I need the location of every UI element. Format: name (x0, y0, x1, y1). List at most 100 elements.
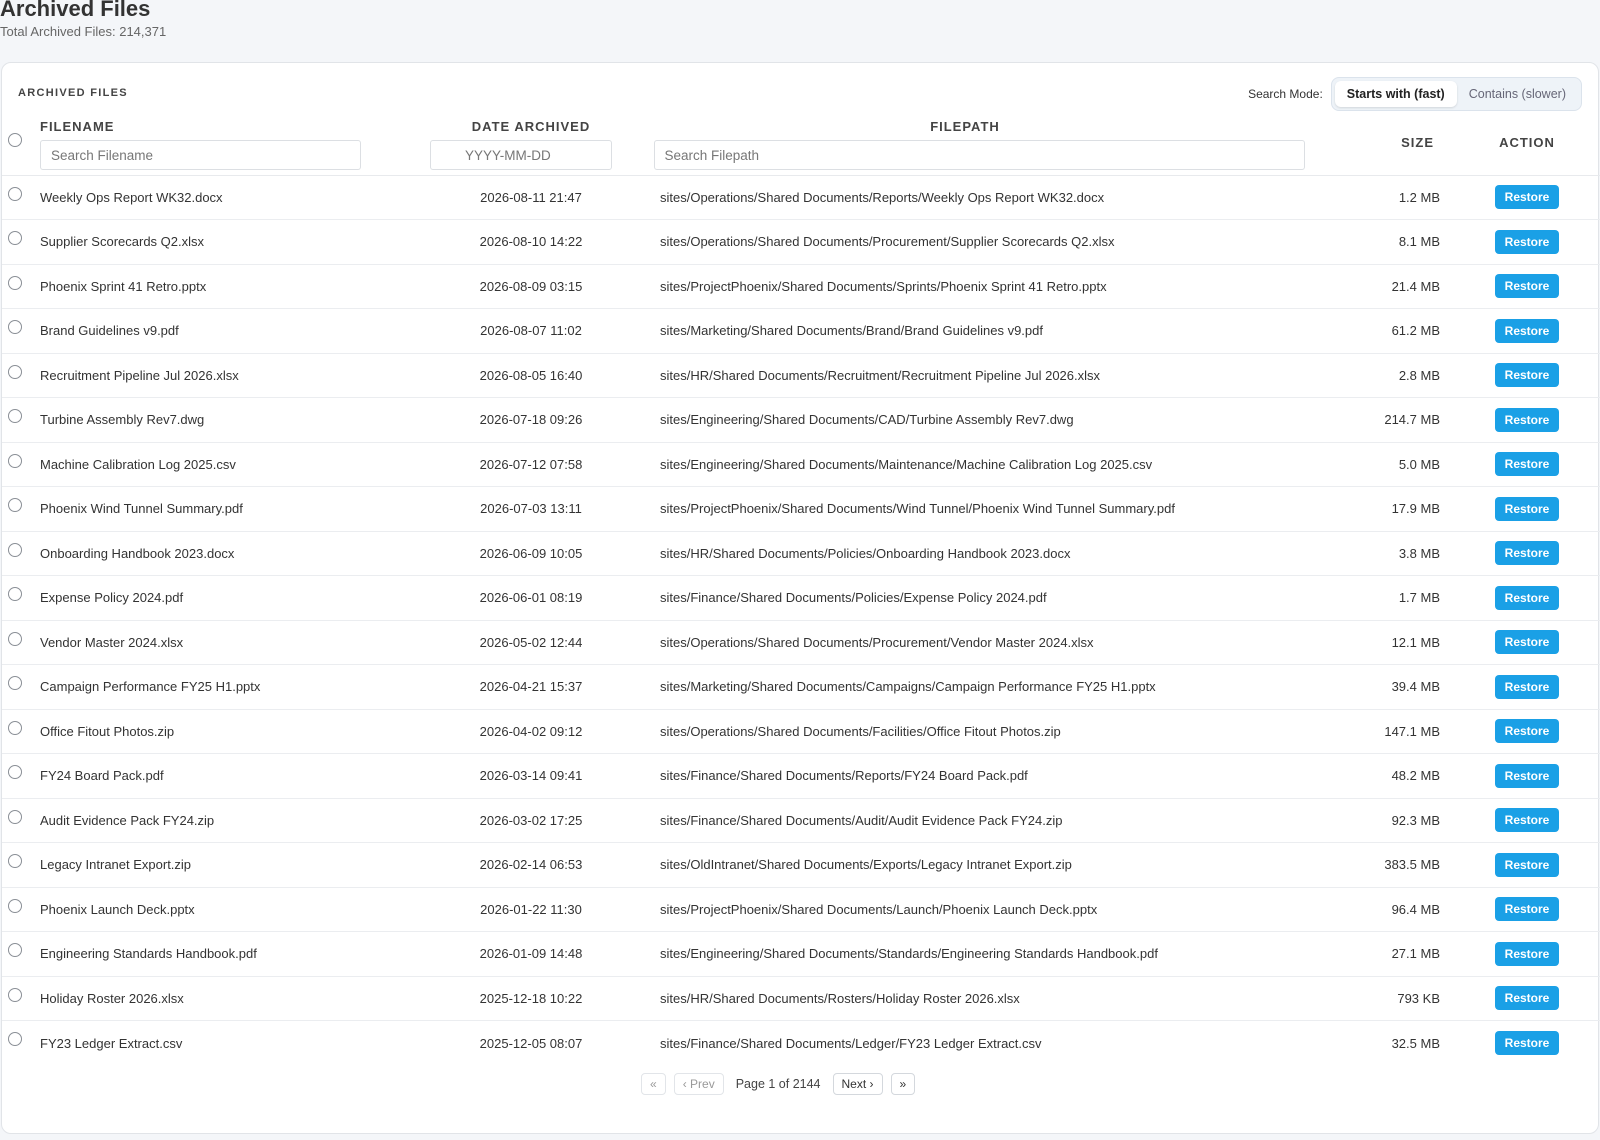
restore-button[interactable]: Restore (1495, 407, 1559, 432)
table-row: Audit Evidence Pack FY24.zip 2026-03-02 1… (2, 798, 1600, 843)
restore-button[interactable]: Restore (1495, 986, 1559, 1011)
next-page-button[interactable]: Next › (832, 1073, 883, 1095)
search-mode-starts-with-button[interactable]: Starts with (fast) (1334, 81, 1457, 107)
search-mode-contains-button[interactable]: Contains (slower) (1457, 81, 1578, 107)
restore-button[interactable]: Restore (1495, 1031, 1559, 1055)
table-row: Turbine Assembly Rev7.dwg 2026-07-18 09:2… (2, 398, 1600, 442)
row-select-radio[interactable] (8, 943, 22, 957)
filename-cell: FY24 Board Pack.pdf (40, 768, 164, 784)
filename-cell: Holiday Roster 2026.xlsx (40, 990, 184, 1006)
row-select-radio[interactable] (8, 587, 22, 601)
filename-cell: Vendor Master 2024.xlsx (40, 634, 184, 650)
date-cell: 2026-06-09 10:05 (479, 545, 583, 561)
size-cell: 27.1 MB (1391, 946, 1440, 962)
row-select-radio[interactable] (8, 409, 22, 423)
date-cell: 2026-01-09 14:48 (479, 946, 583, 962)
row-select-radio[interactable] (8, 186, 22, 201)
action-cell: Restore (1470, 887, 1600, 932)
table-body: Weekly Ops Report WK32.docx 2026-08-11 21… (2, 175, 1600, 1065)
restore-button[interactable]: Restore (1495, 363, 1559, 388)
date-cell: 2026-03-14 09:41 (479, 768, 583, 784)
pagination: « ‹ Prev Page 1 of 2144 Next › » (641, 1073, 916, 1095)
row-select-radio[interactable] (8, 364, 22, 379)
date-filter-input[interactable] (430, 140, 612, 170)
restore-button[interactable]: Restore (1495, 808, 1559, 833)
last-page-button[interactable]: » (890, 1073, 916, 1095)
table-row: Phoenix Launch Deck.pptx 2026-01-22 11:30… (2, 887, 1600, 932)
row-select-cell (2, 798, 40, 843)
restore-button[interactable]: Restore (1495, 852, 1559, 877)
row-select-cell (2, 754, 40, 799)
size-cell: 793 KB (1397, 990, 1440, 1006)
restore-button[interactable]: Restore (1495, 674, 1559, 699)
restore-button[interactable]: Restore (1495, 274, 1559, 299)
table-row: FY23 Ledger Extract.csv 2025-12-05 08:07 s… (2, 1021, 1600, 1066)
filepath-search-input[interactable] (653, 140, 1305, 170)
restore-button[interactable]: Restore (1495, 941, 1559, 966)
total-files-count: Total Archived Files: 214,371 (0, 24, 167, 39)
prev-page-button[interactable]: ‹ Prev (673, 1073, 724, 1095)
row-select-radio[interactable] (8, 275, 22, 290)
size-cell: 17.9 MB (1391, 501, 1440, 517)
row-select-radio[interactable] (8, 809, 22, 824)
filename-cell: Audit Evidence Pack FY24.zip (40, 812, 215, 828)
row-select-radio[interactable] (8, 1032, 22, 1046)
row-select-cell (2, 353, 40, 398)
date-cell: 2026-07-12 07:58 (479, 456, 583, 472)
filepath-cell: sites/Finance/Shared Documents/Reports/F… (660, 768, 1028, 784)
action-cell: Restore (1470, 798, 1600, 843)
filepath-cell: sites/Marketing/Shared Documents/Brand/B… (660, 323, 1043, 339)
size-cell: 1.7 MB (1398, 590, 1440, 606)
row-select-radio[interactable] (8, 676, 22, 690)
search-mode-label: Search Mode: (1248, 87, 1323, 101)
table-row: Onboarding Handbook 2023.docx 2026-06-09 … (2, 531, 1600, 576)
size-header-label: SIZE (1401, 135, 1434, 151)
filepath-cell: sites/Finance/Shared Documents/Policies/… (660, 590, 1047, 606)
row-select-radio[interactable] (8, 631, 22, 646)
date-cell: 2026-04-02 09:12 (479, 723, 583, 739)
date-cell: 2026-07-03 13:11 (480, 501, 582, 517)
table-row: Engineering Standards Handbook.pdf 2026-0… (2, 932, 1600, 976)
row-select-radio[interactable] (8, 231, 22, 245)
restore-button[interactable]: Restore (1495, 585, 1559, 610)
row-select-cell (2, 976, 40, 1021)
restore-button[interactable]: Restore (1495, 897, 1559, 922)
date-cell: 2026-02-14 06:53 (479, 857, 583, 873)
table-row: Holiday Roster 2026.xlsx 2025-12-18 10:22… (2, 976, 1600, 1021)
select-all-radio[interactable] (8, 133, 22, 148)
filename-search-input[interactable] (40, 140, 361, 170)
restore-button[interactable]: Restore (1495, 185, 1559, 210)
filename-cell: Machine Calibration Log 2025.csv (40, 456, 236, 472)
row-select-radio[interactable] (8, 720, 22, 735)
restore-button[interactable]: Restore (1495, 719, 1559, 744)
row-select-radio[interactable] (8, 320, 22, 334)
row-select-radio[interactable] (8, 987, 22, 1002)
filename-cell: Supplier Scorecards Q2.xlsx (40, 234, 205, 250)
filepath-cell: sites/Operations/Shared Documents/Facili… (660, 723, 1061, 739)
size-cell: 48.2 MB (1391, 768, 1440, 784)
table-row: Expense Policy 2024.pdf 2026-06-01 08:19 s… (2, 576, 1600, 620)
first-page-button[interactable]: « (641, 1073, 666, 1095)
row-select-radio[interactable] (8, 765, 22, 779)
date-cell: 2026-07-18 09:26 (479, 412, 583, 428)
restore-button[interactable]: Restore (1495, 452, 1559, 477)
restore-button[interactable]: Restore (1495, 318, 1559, 343)
size-cell: 2.8 MB (1398, 367, 1440, 383)
restore-button[interactable]: Restore (1495, 541, 1559, 566)
row-select-radio[interactable] (8, 498, 22, 512)
filename-column-header: FILENAME (40, 111, 440, 175)
filepath-cell: sites/HR/Shared Documents/Recruitment/Re… (660, 367, 1101, 383)
restore-button[interactable]: Restore (1495, 630, 1559, 655)
row-select-radio[interactable] (8, 898, 22, 913)
restore-button[interactable]: Restore (1495, 496, 1559, 521)
page-title: Archived Files (0, 0, 151, 21)
action-column-header: ACTION (1470, 111, 1600, 175)
restore-button[interactable]: Restore (1495, 229, 1559, 254)
row-select-radio[interactable] (8, 453, 22, 468)
row-select-radio[interactable] (8, 542, 22, 557)
row-select-radio[interactable] (8, 854, 22, 868)
action-cell: Restore (1470, 620, 1600, 665)
size-cell: 3.8 MB (1398, 545, 1440, 561)
select-all-cell (2, 111, 40, 175)
restore-button[interactable]: Restore (1495, 763, 1559, 788)
